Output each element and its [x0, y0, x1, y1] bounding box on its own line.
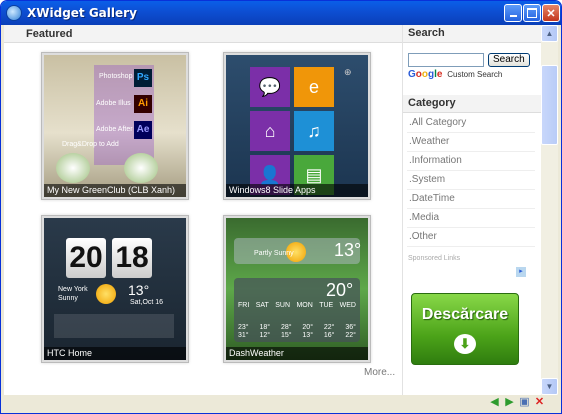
- forecast-days: FRI SAT SUN MON TUE WED: [238, 302, 356, 309]
- google-letter: G: [408, 69, 416, 80]
- category-item-other[interactable]: .Other: [407, 228, 535, 247]
- app-window: XWidget Gallery Featured Ps Ai Ae Photos…: [0, 0, 562, 414]
- forecast-lows: 31° 12° 15° 13° 16° 22°: [238, 332, 356, 339]
- sponsored-label: Sponsored Links: [408, 255, 461, 262]
- ad-banner[interactable]: ▸ Descărcare ⬇: [406, 267, 526, 393]
- category-item-all[interactable]: .All Category: [407, 114, 535, 133]
- save-icon[interactable]: ▣: [518, 396, 531, 409]
- widget-tile-greenclub[interactable]: Ps Ai Ae Photoshop Adobe Illus Adobe Aft…: [41, 52, 189, 200]
- category-item-datetime[interactable]: .DateTime: [407, 190, 535, 209]
- low-temp: 12°: [259, 332, 271, 339]
- search-button[interactable]: Search: [488, 53, 530, 67]
- download-arrow-icon: ⬇: [454, 334, 476, 354]
- htc-temp: 13°: [128, 282, 150, 298]
- category-item-information[interactable]: .Information: [407, 152, 535, 171]
- htc-condition: Sunny: [58, 295, 78, 302]
- widget-tile-dashweather[interactable]: Partly Sunny 13° 20° FRI SAT SUN MON TUE…: [223, 215, 371, 363]
- tile-caption: My New GreenClub (CLB Xanh): [44, 184, 186, 197]
- high-temp: 22°: [323, 324, 335, 331]
- back-icon[interactable]: ◀: [488, 396, 501, 409]
- tile-caption: DashWeather: [226, 347, 368, 360]
- low-temp: 16°: [323, 332, 335, 339]
- home-icon: ⌂: [250, 111, 290, 151]
- forecast-highs: 23° 18° 28° 20° 22° 36°: [238, 324, 356, 331]
- search-input[interactable]: [408, 53, 484, 67]
- day-label: SUN: [275, 302, 291, 309]
- tile-caption: HTC Home: [44, 347, 186, 360]
- google-letter: e: [436, 69, 443, 80]
- clock-hour: 20: [66, 238, 106, 278]
- dash-temp-bottom: 20°: [326, 280, 354, 300]
- forward-icon[interactable]: ▶: [503, 396, 516, 409]
- search-heading: Search: [403, 25, 541, 43]
- high-temp: 23°: [238, 324, 249, 331]
- custom-search-label: Custom Search: [447, 70, 503, 79]
- scroll-up-button[interactable]: ▲: [541, 25, 558, 42]
- ad-choices-icon[interactable]: ▸: [516, 267, 526, 277]
- main-content: Featured Ps Ai Ae Photoshop Adobe Illus …: [4, 25, 402, 395]
- search-row: Search: [408, 53, 530, 67]
- label-illustrator: Adobe Illus: [96, 100, 131, 107]
- widget-tile-htc-home[interactable]: 20 18 New York Sunny 13° Sat,Oct 16 HTC …: [41, 215, 189, 363]
- label-dragdrop: Drag&Drop to Add: [62, 141, 119, 148]
- category-item-media[interactable]: .Media: [407, 209, 535, 228]
- vertical-scrollbar[interactable]: ▲ ▼: [541, 25, 558, 395]
- scroll-thumb[interactable]: [541, 65, 558, 145]
- dash-temp-top: 13°: [334, 240, 362, 260]
- low-temp: 13°: [302, 332, 313, 339]
- ad-download-button[interactable]: Descărcare ⬇: [411, 293, 519, 365]
- chat-icon: 💬: [250, 67, 290, 107]
- dash-condition: Partly Sunny: [254, 250, 294, 257]
- low-temp: 15°: [280, 332, 292, 339]
- label-aftereffects: Adobe After: [96, 126, 133, 133]
- clock-minute: 18: [112, 238, 152, 278]
- windows8-preview: 💬 e ⌂ ♫ 👤 ▤ ⊕: [226, 55, 368, 197]
- htc-city: New York: [58, 286, 88, 293]
- window-title: XWidget Gallery: [27, 6, 137, 20]
- high-temp: 20°: [302, 324, 313, 331]
- htc-preview: 20 18 New York Sunny 13° Sat,Oct 16: [44, 218, 186, 360]
- low-temp: 22°: [345, 332, 356, 339]
- greenclub-preview: Ps Ai Ae Photoshop Adobe Illus Adobe Aft…: [44, 55, 186, 197]
- category-heading: Category: [403, 95, 545, 113]
- bottom-toolbar: ◀ ▶ ▣ ✕: [4, 395, 558, 411]
- ad-label: Descărcare: [421, 306, 509, 323]
- high-temp: 28°: [280, 324, 292, 331]
- scroll-down-button[interactable]: ▼: [541, 378, 558, 395]
- app-icon: [6, 5, 22, 21]
- title-bar[interactable]: XWidget Gallery: [1, 1, 561, 25]
- day-label: FRI: [238, 302, 250, 309]
- music-icon: ♫: [294, 111, 334, 151]
- label-photoshop: Photoshop: [99, 73, 133, 80]
- day-label: TUE: [319, 302, 334, 309]
- low-temp: 31°: [238, 332, 249, 339]
- sun-icon: [96, 284, 116, 304]
- high-temp: 18°: [259, 324, 271, 331]
- day-label: MON: [296, 302, 313, 309]
- close-button[interactable]: [542, 4, 560, 22]
- featured-heading: Featured: [4, 25, 402, 43]
- dashweather-preview: Partly Sunny 13° 20° FRI SAT SUN MON TUE…: [226, 218, 368, 360]
- ie-icon: e: [294, 67, 334, 107]
- close-icon[interactable]: ✕: [533, 396, 546, 409]
- category-list: .All Category .Weather .Information .Sys…: [407, 114, 535, 247]
- htc-date: Sat,Oct 16: [130, 299, 164, 306]
- minimize-button[interactable]: [504, 4, 522, 22]
- sidebar: Search Search Google Custom Search Categ…: [402, 25, 545, 395]
- more-link[interactable]: More...: [364, 367, 395, 378]
- maximize-button[interactable]: [523, 4, 541, 22]
- client-area: Featured Ps Ai Ae Photoshop Adobe Illus …: [4, 25, 558, 395]
- day-label: SAT: [255, 302, 269, 309]
- category-item-weather[interactable]: .Weather: [407, 133, 535, 152]
- add-icon: ⊕: [344, 67, 352, 77]
- high-temp: 36°: [345, 324, 356, 331]
- category-item-system[interactable]: .System: [407, 171, 535, 190]
- widget-tile-windows8[interactable]: 💬 e ⌂ ♫ 👤 ▤ ⊕ Windows8 Slide Apps: [223, 52, 371, 200]
- tile-caption: Windows8 Slide Apps: [226, 184, 368, 197]
- day-label: WED: [339, 302, 356, 309]
- google-custom-search-logo: Google Custom Search: [408, 69, 502, 80]
